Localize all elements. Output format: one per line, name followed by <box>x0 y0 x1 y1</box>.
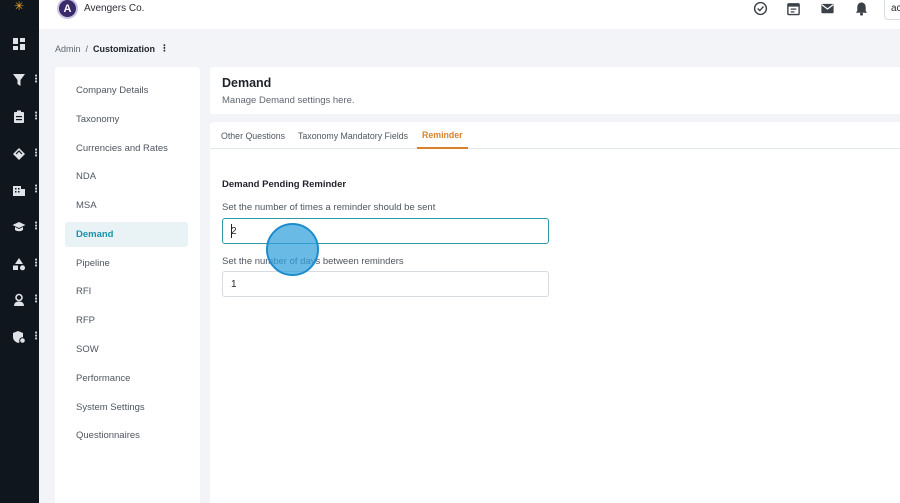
rail-item-tag[interactable]: ⋮ <box>0 142 41 166</box>
reminder-interval-input[interactable] <box>222 271 549 297</box>
settings-nav-item-demand[interactable]: Demand <box>65 222 188 247</box>
filter-icon <box>12 73 26 87</box>
settings-nav-item-nda[interactable]: NDA <box>65 164 188 189</box>
rail-item-shield[interactable]: ⋮ <box>0 325 41 349</box>
settings-nav-item-system-settings[interactable]: System Settings <box>65 395 188 420</box>
rail-item-building[interactable]: ⋮ <box>0 178 41 202</box>
settings-nav-item-rfi[interactable]: RFI <box>65 279 188 304</box>
page-subtitle: Manage Demand settings here. <box>222 95 355 106</box>
clipboard-icon <box>12 110 26 124</box>
text-caret <box>231 224 232 238</box>
shapes-icon <box>12 257 26 271</box>
graduation-cap-icon <box>12 220 26 234</box>
rail-item-menu-icon[interactable]: ⋮ <box>31 75 41 85</box>
breadcrumb-current: Customization <box>93 43 156 54</box>
settings-nav-item-pipeline[interactable]: Pipeline <box>65 251 188 276</box>
dashboard-icon <box>12 37 26 51</box>
app-logo-icon[interactable]: ✳ <box>9 0 29 12</box>
settings-nav: Company Details Taxonomy Currencies and … <box>55 67 200 503</box>
tag-icon <box>12 147 26 161</box>
rail-item-shapes[interactable]: ⋮ <box>0 252 41 276</box>
rail-item-menu-icon[interactable]: ⋮ <box>31 295 41 305</box>
rail-item-menu-icon[interactable]: ⋮ <box>31 149 41 159</box>
calendar-icon[interactable] <box>785 0 801 16</box>
rail-item-user[interactable]: ⋮ <box>0 288 41 312</box>
rail-item-menu-icon[interactable]: ⋮ <box>31 332 41 342</box>
breadcrumb: Admin / Customization ⋮ <box>55 43 169 54</box>
tab-other-questions[interactable]: Other Questions <box>221 122 285 149</box>
building-icon <box>12 183 26 197</box>
section-title: Demand Pending Reminder <box>222 179 347 190</box>
settings-nav-item-msa[interactable]: MSA <box>65 193 188 218</box>
shield-gear-icon <box>12 330 26 344</box>
page-title: Demand <box>222 76 272 90</box>
top-bar: A Avengers Co. ac <box>39 0 900 29</box>
click-indicator <box>266 223 319 276</box>
settings-nav-item-questionnaires[interactable]: Questionnaires <box>65 423 188 448</box>
rail-item-dashboard[interactable] <box>0 32 39 56</box>
page-header: Demand Manage Demand settings here. <box>210 67 900 114</box>
breadcrumb-admin-link[interactable]: Admin <box>55 44 81 54</box>
rail-item-menu-icon[interactable]: ⋮ <box>31 112 41 122</box>
user-icon <box>12 293 26 307</box>
tab-reminder[interactable]: Reminder <box>417 122 468 149</box>
rail-item-graduation[interactable]: ⋮ <box>0 215 41 239</box>
breadcrumb-menu-icon[interactable]: ⋮ <box>160 43 169 54</box>
brand-logo[interactable]: A <box>57 0 78 19</box>
rail-item-menu-icon[interactable]: ⋮ <box>31 222 41 232</box>
rail-item-clipboard[interactable]: ⋮ <box>0 105 41 129</box>
settings-panel: Other Questions Taxonomy Mandatory Field… <box>210 122 900 503</box>
settings-nav-item-rfp[interactable]: RFP <box>65 308 188 333</box>
reminder-count-label: Set the number of times a reminder shoul… <box>222 202 436 213</box>
breadcrumb-separator: / <box>85 43 89 54</box>
icon-rail: ✳ ⋮ ⋮ ⋮ ⋮ ⋮ ⋮ ⋮ ⋮ <box>0 0 41 503</box>
brand-name: Avengers Co. <box>84 3 145 14</box>
settings-nav-item-sow[interactable]: SOW <box>65 337 188 362</box>
rail-item-menu-icon[interactable]: ⋮ <box>31 185 41 195</box>
rail-item-filter[interactable]: ⋮ <box>0 68 41 92</box>
settings-nav-item-performance[interactable]: Performance <box>65 366 188 391</box>
tab-taxonomy-mandatory-fields[interactable]: Taxonomy Mandatory Fields <box>298 122 408 149</box>
mail-icon[interactable] <box>819 0 835 16</box>
settings-nav-item-currencies[interactable]: Currencies and Rates <box>65 136 188 161</box>
user-menu-button[interactable]: ac <box>884 0 900 20</box>
settings-nav-item-taxonomy[interactable]: Taxonomy <box>65 107 188 132</box>
check-circle-icon[interactable] <box>752 0 768 16</box>
rail-item-menu-icon[interactable]: ⋮ <box>31 259 41 269</box>
tab-bar: Other Questions Taxonomy Mandatory Field… <box>210 122 900 149</box>
settings-nav-item-company-details[interactable]: Company Details <box>65 78 188 103</box>
bell-icon[interactable] <box>853 0 869 16</box>
